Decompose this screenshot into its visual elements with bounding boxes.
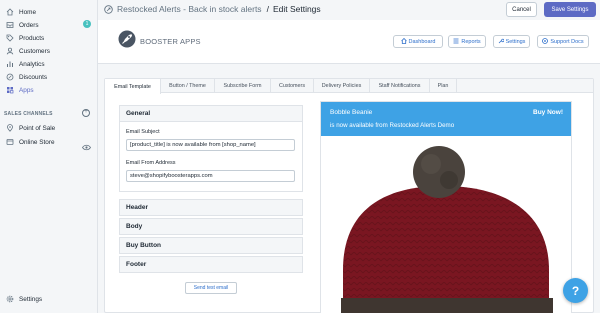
sidebar-item-label: Analytics (19, 60, 45, 68)
list-icon (453, 38, 459, 46)
reports-label: Reports (461, 38, 481, 45)
breadcrumb: Restocked Alerts - Back in stock alerts … (104, 4, 321, 14)
page-title: Edit Settings (272, 4, 321, 14)
send-test-email-button[interactable]: Send test email (185, 282, 237, 294)
settings-card: Email Template Button / Theme Subscribe … (104, 78, 594, 313)
logo-text: BOOSTER APPS (140, 37, 201, 46)
sidebar-item-label: Orders (19, 21, 39, 29)
breadcrumb-separator: / (266, 4, 269, 14)
buy-button-section[interactable]: Buy Button (119, 237, 303, 254)
app-header: BOOSTER APPS Dashboard Reports Settings … (98, 20, 600, 64)
sidebar-item-discounts[interactable]: Discounts (6, 71, 47, 83)
add-sales-channel-icon[interactable]: + (82, 109, 90, 117)
footer-section-title: Footer (126, 261, 147, 268)
sidebar: Home Orders 1 Products Customers Analyti… (0, 0, 98, 313)
support-docs-button[interactable]: Support Docs (537, 35, 589, 48)
sidebar-item-point-of-sale[interactable]: Point of Sale (6, 122, 55, 134)
tab-subscribe-form[interactable]: Subscribe Form (215, 79, 271, 93)
sidebar-item-orders[interactable]: Orders (6, 19, 39, 31)
booster-apps-logo: BOOSTER APPS (118, 30, 201, 53)
sidebar-item-label: Settings (19, 295, 43, 303)
tab-customers[interactable]: Customers (271, 79, 314, 93)
settings-button[interactable]: Settings (493, 35, 530, 48)
sales-channels-heading: SALES CHANNELS (4, 111, 53, 117)
settings-label: Settings (505, 38, 526, 45)
product-image (341, 146, 553, 313)
eye-icon[interactable] (82, 138, 91, 156)
dashboard-label: Dashboard (408, 38, 436, 45)
apps-icon (6, 86, 14, 94)
tab-staff-notifications[interactable]: Staff Notifications (370, 79, 430, 93)
help-circle-icon (542, 37, 549, 46)
footer-section[interactable]: Footer (119, 256, 303, 273)
header-section-title: Header (126, 204, 149, 211)
sidebar-item-customers[interactable]: Customers (6, 45, 50, 57)
sidebar-item-label: Online Store (19, 138, 55, 146)
save-settings-button[interactable]: Save Settings (544, 2, 596, 17)
person-icon (6, 47, 14, 55)
tab-bar: Email Template Button / Theme Subscribe … (105, 79, 593, 94)
sidebar-item-label: Customers (19, 47, 50, 55)
sidebar-item-label: Discounts (19, 73, 48, 81)
email-from-label: Email From Address (126, 160, 176, 166)
gear-icon (6, 295, 14, 303)
sidebar-item-label: Products (19, 34, 45, 42)
orders-count-badge: 1 (83, 20, 91, 28)
home-icon (400, 37, 407, 46)
support-docs-label: Support Docs (550, 38, 584, 45)
general-section: General Email Subject [product_title] is… (119, 105, 303, 192)
body-section-title: Body (126, 223, 143, 230)
email-subject-label: Email Subject (126, 129, 160, 135)
tab-delivery-policies[interactable]: Delivery Policies (314, 79, 370, 93)
orders-icon (6, 21, 14, 29)
bar-chart-icon (6, 60, 14, 68)
app-icon (104, 4, 113, 14)
sidebar-item-online-store[interactable]: Online Store (6, 136, 55, 148)
header-section[interactable]: Header (119, 199, 303, 216)
body-section[interactable]: Body (119, 218, 303, 235)
tab-plan[interactable]: Plan (430, 79, 457, 93)
tab-button-theme[interactable]: Button / Theme (161, 79, 215, 93)
wrench-icon (498, 38, 504, 46)
email-subject-input[interactable]: [product_title] is now available from [s… (126, 139, 295, 151)
help-button[interactable]: ? (563, 278, 588, 303)
sidebar-item-home[interactable]: Home (6, 6, 36, 18)
sidebar-item-products[interactable]: Products (6, 32, 44, 44)
sidebar-item-apps[interactable]: Apps (6, 84, 34, 96)
general-section-body: Email Subject [product_title] is now ava… (120, 121, 302, 191)
tab-email-template[interactable]: Email Template (105, 79, 161, 94)
store-icon (6, 138, 14, 146)
app-name-link[interactable]: Restocked Alerts - Back in stock alerts (117, 4, 262, 14)
buy-button-section-title: Buy Button (126, 242, 162, 249)
sidebar-item-settings[interactable]: Settings (6, 293, 42, 305)
sidebar-item-analytics[interactable]: Analytics (6, 58, 45, 70)
sidebar-item-label: Point of Sale (19, 124, 56, 132)
top-bar: Restocked Alerts - Back in stock alerts … (98, 0, 600, 20)
tag-icon (6, 34, 14, 42)
sidebar-item-label: Apps (19, 86, 34, 94)
sidebar-item-label: Home (19, 8, 37, 16)
rocket-icon (118, 30, 136, 53)
email-preview: Bobble Beanie Buy Now! is now available … (320, 101, 572, 313)
dashboard-button[interactable]: Dashboard (393, 35, 443, 48)
general-section-header[interactable]: General (120, 106, 302, 121)
reports-button[interactable]: Reports (448, 35, 486, 48)
email-from-input[interactable]: steve@shopifyboosterapps.com (126, 170, 295, 182)
cancel-button[interactable]: Cancel (506, 2, 537, 17)
home-icon (6, 8, 14, 16)
pos-icon (6, 124, 14, 132)
discount-icon (6, 73, 14, 81)
